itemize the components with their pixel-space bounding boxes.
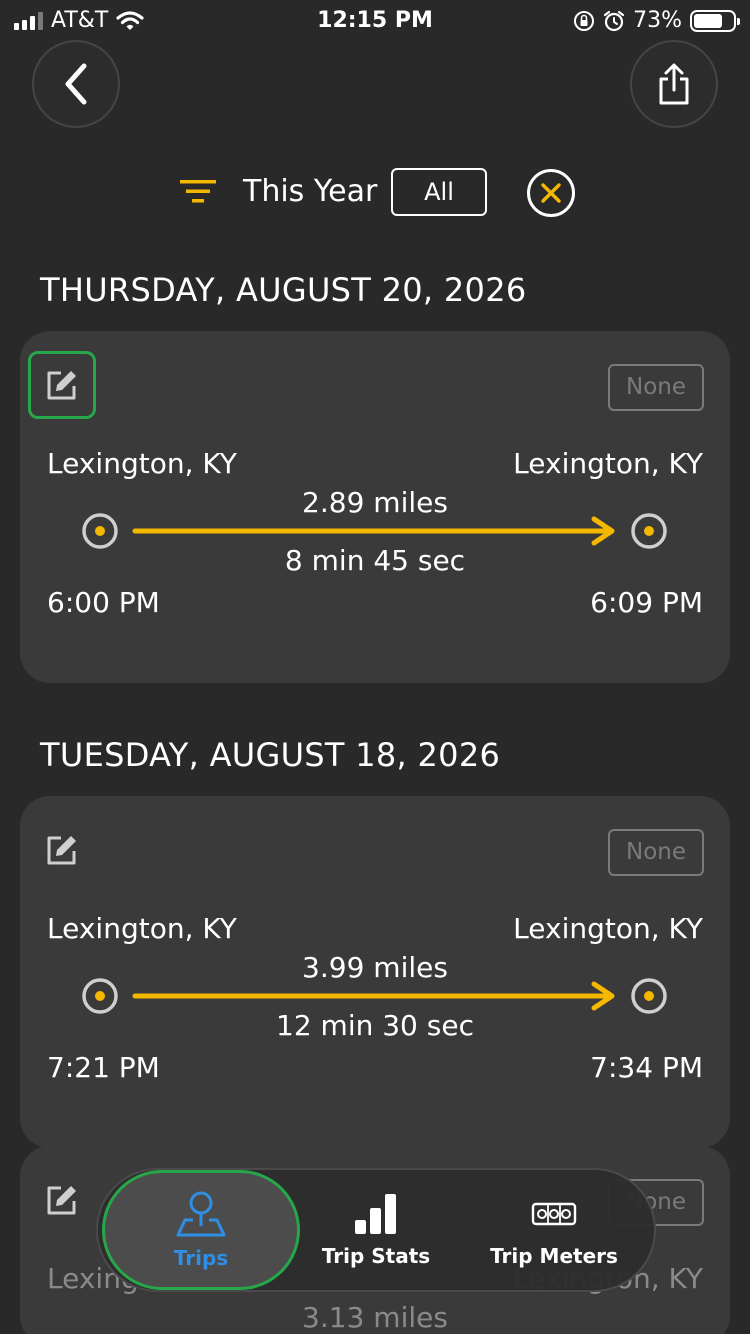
share-icon — [659, 63, 689, 105]
status-left: AT&T — [14, 8, 144, 33]
end-point-icon — [631, 978, 667, 1014]
period-filter-label[interactable]: This Year — [243, 174, 377, 209]
signal-strength-icon — [14, 11, 43, 30]
destination-city: Lexington, KY — [513, 912, 703, 945]
start-time: 7:21 PM — [47, 1051, 160, 1084]
chevron-left-icon — [65, 63, 87, 105]
date-heading: TUESDAY, AUGUST 18, 2026 — [40, 736, 501, 774]
tab-label: Trips — [173, 1246, 229, 1270]
bar-chart-icon — [355, 1194, 396, 1234]
date-heading: THURSDAY, AUGUST 20, 2026 — [40, 271, 527, 309]
odometer-icon — [531, 1202, 577, 1226]
share-button[interactable] — [630, 40, 718, 128]
edit-trip-button[interactable] — [28, 351, 96, 419]
origin-city: Lexington, KY — [47, 912, 237, 945]
close-icon — [541, 183, 561, 203]
start-point-icon — [82, 978, 118, 1014]
filter-icon[interactable] — [180, 178, 216, 204]
start-time: 6:00 PM — [47, 586, 160, 619]
destination-city: Lexington, KY — [513, 447, 703, 480]
trip-category-tag[interactable]: None — [608, 829, 704, 876]
trip-card[interactable]: None Lexington, KY Lexington, KY 3.99 mi… — [20, 796, 730, 1148]
tab-trips[interactable]: Trips — [102, 1170, 300, 1290]
trip-duration: 12 min 30 sec — [276, 1009, 474, 1042]
trip-duration: 8 min 45 sec — [284, 544, 466, 577]
tab-trip-stats[interactable]: Trip Stats — [286, 1170, 466, 1290]
trip-category-tag[interactable]: None — [608, 364, 704, 411]
bottom-tab-bar: Trips Trip Stats Trip Meters — [96, 1168, 656, 1292]
status-right: 73% — [573, 8, 740, 33]
start-point-icon — [82, 513, 118, 549]
wifi-icon — [116, 10, 144, 30]
end-time: 6:09 PM — [590, 586, 703, 619]
tab-label: Trip Meters — [490, 1244, 618, 1268]
category-filter-chip[interactable]: All — [391, 168, 487, 216]
edit-icon — [47, 371, 76, 400]
alarm-icon — [603, 10, 625, 31]
map-pin-icon — [176, 1191, 226, 1237]
clear-filter-button[interactable] — [527, 169, 575, 217]
carrier-label: AT&T — [51, 8, 109, 33]
tab-trip-meters[interactable]: Trip Meters — [464, 1170, 644, 1290]
edit-trip-button[interactable] — [28, 816, 96, 884]
battery-icon — [690, 9, 740, 32]
end-time: 7:34 PM — [590, 1051, 703, 1084]
back-button[interactable] — [32, 40, 120, 128]
status-bar: AT&T 12:15 PM 73% — [0, 0, 750, 40]
edit-icon — [47, 1186, 76, 1215]
orientation-lock-icon — [574, 10, 595, 31]
trip-card[interactable]: None Lexington, KY Lexington, KY 2.89 mi… — [20, 331, 730, 683]
trip-distance: 3.13 miles — [302, 1301, 448, 1334]
edit-trip-button[interactable] — [28, 1166, 96, 1234]
battery-percent: 73% — [633, 8, 682, 33]
origin-city: Lexington, KY — [47, 447, 237, 480]
filter-bar: This Year All — [0, 168, 750, 218]
edit-icon — [47, 836, 76, 865]
end-point-icon — [631, 513, 667, 549]
tab-label: Trip Stats — [321, 1244, 431, 1268]
